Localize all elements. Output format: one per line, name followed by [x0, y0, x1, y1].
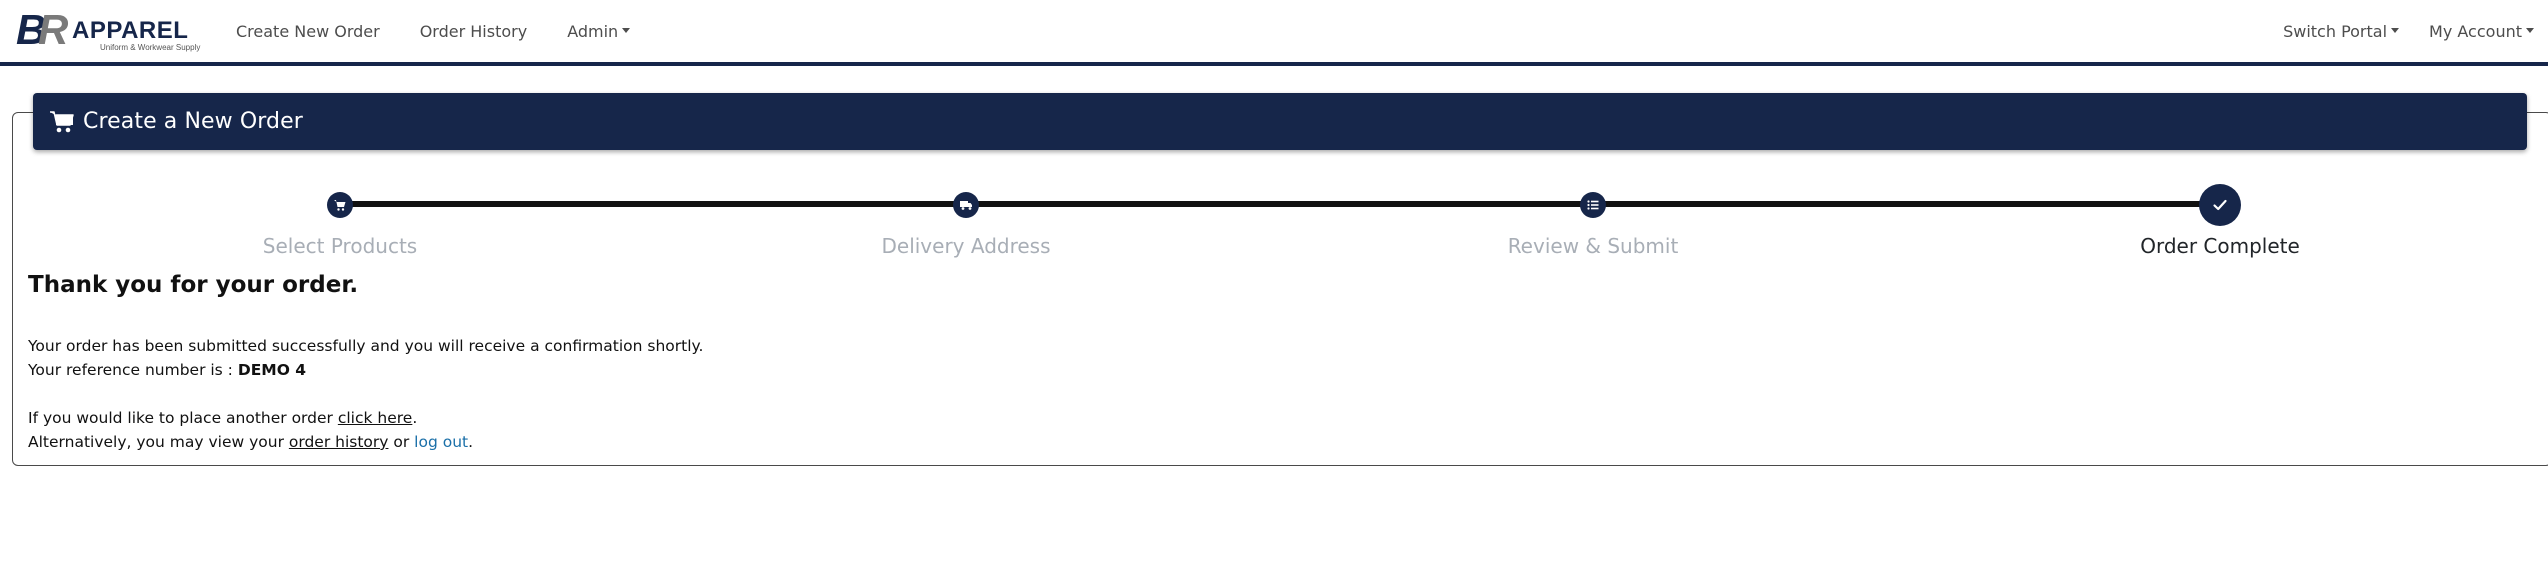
check-icon [2213, 199, 2227, 211]
step-label-select-products: Select Products [262, 234, 418, 258]
nav-admin-dropdown[interactable]: Admin [567, 22, 631, 41]
nav-left-group: Create New Order Order History Admin [236, 0, 670, 62]
caret-down-icon [2391, 27, 2400, 33]
reference-number: DEMO 4 [237, 361, 307, 379]
card-title: Create a New Order [83, 109, 303, 134]
log-out-link[interactable]: log out [414, 433, 468, 451]
step-label-review-submit: Review & Submit [1507, 234, 1679, 258]
svg-text:Uniform & Workwear Supply: Uniform & Workwear Supply [100, 43, 200, 52]
nav-switch-portal-dropdown[interactable]: Switch Portal [2283, 22, 2400, 41]
nav-my-account-dropdown[interactable]: My Account [2429, 22, 2534, 41]
nav-order-history[interactable]: Order History [420, 22, 527, 41]
reference-number-line: Your reference number is : DEMO 4 [28, 361, 307, 379]
stepper-progress-line [340, 201, 2220, 207]
br-apparel-logo-icon: B R APPAREL Uniform & Workwear Supply [16, 6, 200, 53]
step-order-complete-marker [2199, 184, 2241, 226]
nav-create-new-order[interactable]: Create New Order [236, 22, 380, 41]
step-label-delivery-address: Delivery Address [881, 234, 1051, 258]
step-delivery-address-marker [953, 192, 979, 218]
list-icon [1587, 200, 1599, 210]
submitted-message: Your order has been submitted successful… [28, 337, 704, 355]
svg-text:R: R [38, 8, 69, 53]
caret-down-icon [2526, 27, 2534, 33]
caret-down-icon [622, 27, 631, 33]
click-here-link[interactable]: click here [338, 409, 413, 427]
another-order-line: If you would like to place another order… [28, 409, 418, 427]
order-history-link[interactable]: order history [289, 433, 389, 451]
step-label-order-complete: Order Complete [2140, 234, 2300, 258]
nav-right-group: Switch Portal My Account [2253, 0, 2534, 62]
cart-icon [334, 200, 346, 211]
top-navbar: B R APPAREL Uniform & Workwear Supply Cr… [0, 0, 2548, 66]
alternative-options-line: Alternatively, you may view your order h… [28, 433, 474, 451]
shopping-cart-icon [50, 110, 74, 132]
truck-icon [960, 201, 972, 210]
card-header: Create a New Order [33, 93, 2527, 150]
step-select-products-marker [327, 192, 353, 218]
brand-logo[interactable]: B R APPAREL Uniform & Workwear Supply [16, 6, 216, 56]
confirmation-heading: Thank you for your order. [28, 272, 359, 298]
svg-text:APPAREL: APPAREL [72, 17, 188, 44]
step-review-submit-marker [1580, 192, 1606, 218]
